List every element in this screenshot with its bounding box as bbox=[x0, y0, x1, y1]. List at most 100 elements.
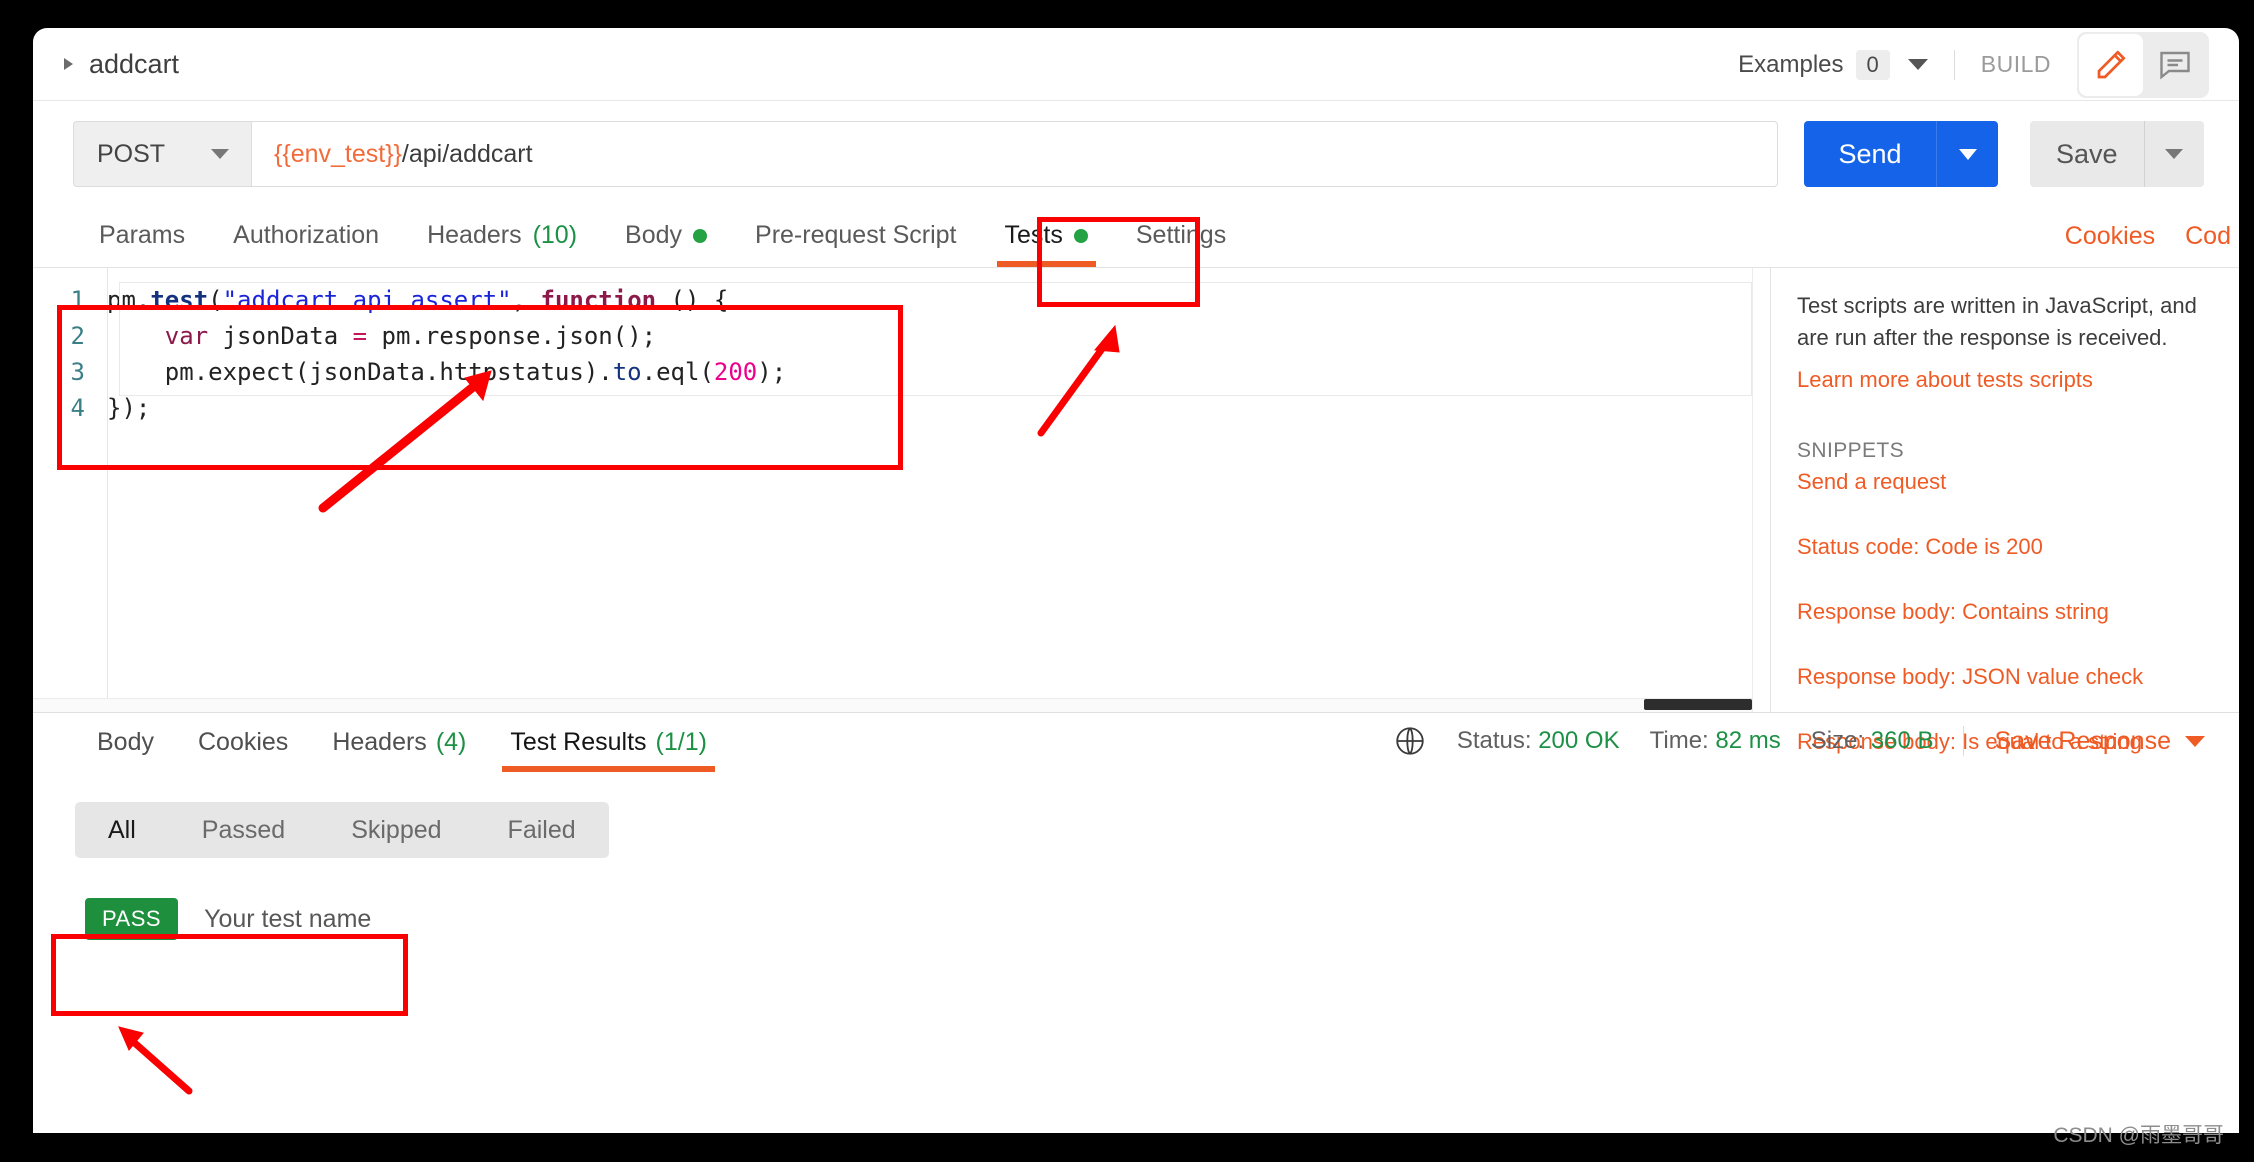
snippet-json-value-check[interactable]: Response body: JSON value check bbox=[1797, 664, 2213, 690]
url-path: /api/addcart bbox=[401, 139, 533, 168]
code-line: 4 }); bbox=[33, 390, 1770, 426]
request-tab-links: Cookies Cod bbox=[2065, 222, 2239, 251]
status-value: 200 OK bbox=[1538, 727, 1620, 754]
filter-failed[interactable]: Failed bbox=[475, 816, 609, 845]
method-value: POST bbox=[97, 139, 166, 168]
tab-count: (1/1) bbox=[655, 728, 707, 756]
response-tab-body[interactable]: Body bbox=[75, 728, 176, 772]
snippet-status-code[interactable]: Status code: Code is 200 bbox=[1797, 534, 2213, 560]
test-result-name: Your test name bbox=[204, 904, 372, 933]
examples-count-badge: 0 bbox=[1855, 49, 1890, 80]
tab-label: Cookies bbox=[197, 728, 289, 756]
code-token: . bbox=[135, 286, 151, 314]
csdn-watermark: CSDN @雨墨哥哥 bbox=[2053, 1124, 2224, 1147]
code-text: pm.test("addcart api assert", function (… bbox=[107, 282, 728, 318]
tab-label: Body bbox=[97, 728, 154, 756]
code-token: test bbox=[150, 286, 209, 314]
test-result-filters: All Passed Skipped Failed bbox=[75, 802, 609, 858]
code-link[interactable]: Cod bbox=[2185, 222, 2231, 251]
header-actions: Examples 0 BUILD bbox=[1738, 28, 2239, 101]
filter-skipped[interactable]: Skipped bbox=[318, 816, 474, 845]
line-number: 1 bbox=[70, 286, 85, 314]
edit-button[interactable] bbox=[2079, 33, 2143, 96]
url-variable: {{env_test}} bbox=[274, 139, 402, 168]
url-input[interactable]: {{env_test}}/api/addcart bbox=[251, 121, 1778, 187]
request-title-group[interactable]: addcart bbox=[64, 49, 179, 80]
editor-vertical-scrollbar[interactable] bbox=[1752, 268, 1770, 712]
annotation-box-test-result bbox=[51, 934, 408, 1016]
comment-button[interactable] bbox=[2143, 34, 2207, 96]
save-response-button[interactable]: Save Response bbox=[1994, 727, 2205, 756]
save-options-button[interactable] bbox=[2143, 121, 2204, 187]
filter-passed[interactable]: Passed bbox=[169, 816, 318, 845]
code-token: .eql( bbox=[641, 358, 714, 386]
globe-icon bbox=[1396, 727, 1424, 755]
chevron-down-icon bbox=[1958, 148, 1977, 160]
code-token: 200 bbox=[713, 358, 758, 386]
line-number: 2 bbox=[70, 322, 85, 350]
code-token: ); bbox=[757, 358, 787, 386]
tab-tests[interactable]: Tests bbox=[981, 221, 1112, 267]
test-result-row: PASS Your test name bbox=[85, 898, 2239, 940]
snippets-description: Test scripts are written in JavaScript, … bbox=[1797, 293, 2197, 350]
examples-dropdown[interactable]: Examples 0 bbox=[1738, 49, 1928, 80]
tab-label: Body bbox=[625, 221, 683, 249]
tab-headers[interactable]: Headers (10) bbox=[403, 221, 601, 267]
save-button[interactable]: Save bbox=[2030, 121, 2144, 187]
code-token: pm.expect(jsonData.httpstatus). bbox=[164, 358, 613, 386]
snippets-heading: SNIPPETS bbox=[1797, 439, 1905, 462]
editor-horizontal-scrollbar[interactable] bbox=[33, 698, 1752, 712]
tab-params[interactable]: Params bbox=[75, 221, 209, 267]
build-button[interactable]: BUILD bbox=[1981, 51, 2051, 78]
postman-request-window: addcart Examples 0 BUILD POST {{env_test… bbox=[33, 28, 2239, 1133]
code-content: 1 pm.test("addcart api assert", function… bbox=[33, 268, 1770, 426]
send-options-button[interactable] bbox=[1936, 121, 1998, 187]
size-value: 360 B bbox=[1870, 727, 1934, 754]
response-tab-test-results[interactable]: Test Results (1/1) bbox=[488, 728, 729, 772]
code-line: 2 var jsonData = pm.response.json(); bbox=[33, 318, 1770, 354]
line-number: 4 bbox=[70, 394, 85, 422]
response-tab-headers[interactable]: Headers (4) bbox=[310, 728, 488, 772]
size-label: Size: bbox=[1810, 727, 1865, 754]
snippet-send-a-request[interactable]: Send a request bbox=[1797, 469, 2213, 495]
chevron-down-icon[interactable] bbox=[211, 149, 229, 159]
tab-label: Params bbox=[99, 221, 186, 249]
tab-authorization[interactable]: Authorization bbox=[209, 221, 403, 267]
status-label: Status: bbox=[1456, 727, 1532, 754]
code-token: pm.response.json(); bbox=[367, 322, 657, 350]
tests-editor-area: 1 pm.test("addcart api assert", function… bbox=[33, 267, 2239, 754]
tab-label: Headers bbox=[332, 728, 427, 756]
filter-all[interactable]: All bbox=[75, 816, 169, 845]
editor-scrollbar-thumb[interactable] bbox=[1644, 699, 1752, 710]
tab-body[interactable]: Body bbox=[601, 221, 731, 267]
send-button-group: Send bbox=[1804, 121, 1998, 187]
triangle-right-icon[interactable] bbox=[64, 58, 73, 70]
meta-divider bbox=[1963, 726, 1965, 756]
line-number: 3 bbox=[70, 358, 85, 386]
learn-more-link[interactable]: Learn more about tests scripts bbox=[1797, 367, 2213, 393]
tab-settings[interactable]: Settings bbox=[1112, 221, 1250, 267]
tab-label: Pre-request Script bbox=[755, 221, 957, 249]
chevron-down-icon[interactable] bbox=[1907, 59, 1928, 70]
tab-label: Tests bbox=[1004, 221, 1063, 249]
tab-label: Settings bbox=[1135, 221, 1227, 249]
code-editor[interactable]: 1 pm.test("addcart api assert", function… bbox=[33, 268, 1771, 712]
request-tabs: Params Authorization Headers (10) Body P… bbox=[33, 209, 2239, 267]
status-group: Status: 200 OK bbox=[1457, 727, 1620, 755]
tab-count: (4) bbox=[435, 728, 467, 756]
header-icon-group bbox=[2077, 31, 2209, 98]
send-button[interactable]: Send bbox=[1804, 121, 1936, 187]
tab-pre-request-script[interactable]: Pre-request Script bbox=[731, 221, 980, 267]
window-header: addcart Examples 0 BUILD bbox=[33, 28, 2239, 101]
code-token: ( bbox=[208, 286, 223, 314]
response-tab-cookies[interactable]: Cookies bbox=[176, 728, 310, 772]
code-text: pm.expect(jsonData.httpstatus).to.eql(20… bbox=[107, 354, 786, 390]
code-token: "addcart api assert" bbox=[222, 286, 512, 314]
tab-label: Authorization bbox=[233, 221, 380, 249]
cookies-link[interactable]: Cookies bbox=[2065, 222, 2155, 251]
method-select[interactable]: POST bbox=[73, 121, 251, 187]
snippet-contains-string[interactable]: Response body: Contains string bbox=[1797, 599, 2213, 625]
save-response-label: Save Response bbox=[1994, 726, 2171, 755]
